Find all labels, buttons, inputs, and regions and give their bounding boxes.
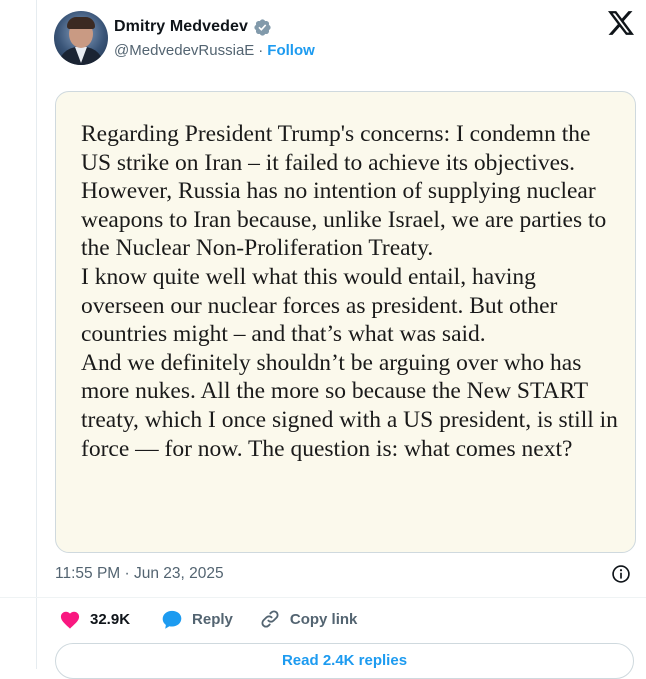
author-name[interactable]: Dmitry Medvedev	[114, 18, 248, 36]
divider	[36, 0, 37, 669]
info-icon[interactable]	[611, 564, 631, 584]
reply-label: Reply	[192, 610, 233, 628]
document-paragraph: I know quite well what this would entail…	[81, 263, 558, 348]
document-text: Regarding President Trump's concerns: I …	[81, 120, 621, 463]
name-row: Dmitry Medvedev	[114, 18, 315, 37]
tweet-card: Dmitry Medvedev @MedvedevRussiaE · Follo…	[0, 0, 646, 679]
action-divider	[0, 597, 646, 598]
document-paragraph: Regarding President Trump's concerns: I …	[81, 121, 607, 262]
follow-button[interactable]: Follow	[267, 42, 315, 59]
like-button[interactable]: 32.9K	[59, 609, 130, 629]
action-row: 32.9K Reply Copy link	[59, 608, 357, 630]
tweet-header: Dmitry Medvedev @MedvedevRussiaE · Follo…	[54, 11, 315, 65]
like-count: 32.9K	[90, 610, 131, 628]
author-handle[interactable]: @MedvedevRussiaE	[114, 42, 254, 59]
tweet-timestamp[interactable]: 11:55 PM · Jun 23, 2025	[55, 565, 224, 583]
document-paragraph: And we definitely shouldn’t be arguing o…	[81, 349, 618, 462]
reply-bubble-icon	[162, 610, 182, 629]
heart-icon	[60, 611, 80, 629]
link-icon	[261, 610, 279, 628]
author-info: Dmitry Medvedev @MedvedevRussiaE · Follo…	[114, 18, 315, 59]
separator-dot: ·	[258, 41, 264, 59]
avatar[interactable]	[54, 11, 108, 65]
reply-button[interactable]: Reply	[161, 609, 233, 630]
verified-badge-icon	[254, 18, 271, 36]
x-logo-icon[interactable]	[608, 11, 634, 35]
copy-link-button[interactable]: Copy link	[259, 608, 358, 630]
handle-row: @MedvedevRussiaE · Follow	[114, 42, 315, 59]
attached-document-image[interactable]: Regarding President Trump's concerns: I …	[55, 91, 636, 553]
copy-link-label: Copy link	[289, 610, 358, 628]
read-replies-button[interactable]: Read 2.4K replies	[55, 643, 634, 679]
